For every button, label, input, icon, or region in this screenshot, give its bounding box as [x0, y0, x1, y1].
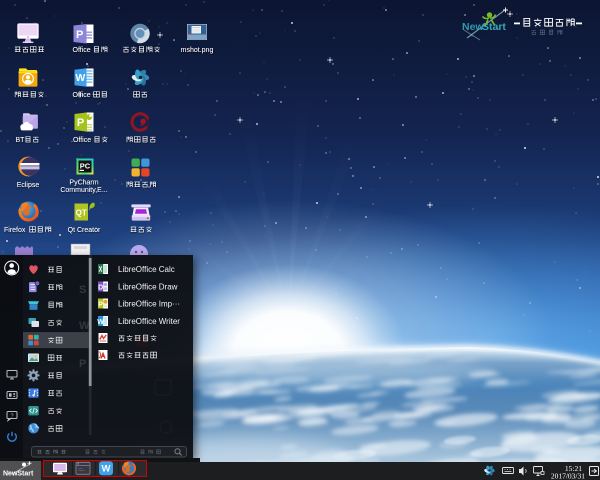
svg-text:2017/03/31: 2017/03/31 [551, 472, 585, 480]
svg-text:Community,E...: Community,E... [60, 187, 107, 194]
svg-text:Start: Start [482, 21, 506, 33]
svg-text:W: W [97, 318, 104, 325]
svg-text:LibreOffice Imp···: LibreOffice Imp··· [118, 299, 180, 308]
svg-text:W: W [79, 320, 90, 332]
svg-text:Office: Office [73, 47, 91, 54]
svg-text:Office: Office [73, 92, 91, 99]
svg-text:W: W [101, 463, 110, 474]
svg-text:S: S [79, 284, 86, 296]
svg-text:P: P [79, 358, 86, 370]
svg-text:Qt Creator: Qt Creator [68, 227, 101, 234]
svg-text:LibreOffice Calc: LibreOffice Calc [118, 264, 175, 273]
svg-text:mshot.png: mshot.png [181, 47, 214, 54]
svg-text:BT: BT [16, 137, 26, 144]
svg-text:Eclipse: Eclipse [17, 182, 40, 189]
svg-text:D: D [98, 284, 103, 291]
svg-text:PyCharm: PyCharm [69, 180, 98, 187]
svg-text:LibreOffice Draw: LibreOffice Draw [118, 282, 178, 291]
svg-text:.Office: .Office [71, 137, 91, 144]
svg-text:?: ? [10, 413, 13, 419]
svg-text:LibreOffice Writer: LibreOffice Writer [118, 316, 180, 325]
svg-text:NewStart: NewStart [3, 471, 34, 478]
svg-text:Firefox: Firefox [4, 227, 26, 234]
svg-text:P: P [98, 301, 103, 308]
